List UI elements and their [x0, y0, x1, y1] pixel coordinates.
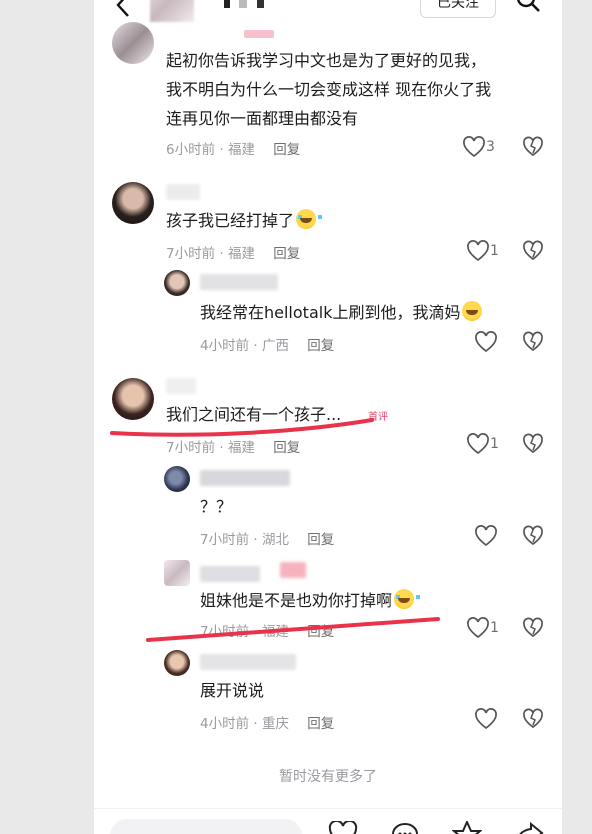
username-blurred: [200, 654, 296, 670]
avatar[interactable]: [112, 22, 154, 64]
dislike-icon[interactable]: [522, 617, 544, 639]
like-count: 1: [490, 436, 499, 452]
chat-icon[interactable]: [390, 821, 420, 834]
username-blurred: [200, 274, 278, 290]
like-count: 1: [490, 243, 499, 259]
comment-text: 展开说说: [200, 681, 265, 700]
top-bar: 已关注: [94, 0, 562, 28]
username-blurred: [166, 184, 200, 200]
crying-face-icon: [296, 209, 323, 229]
like-count: 3: [486, 139, 495, 155]
avatar[interactable]: [164, 466, 190, 492]
comment-text: ？？: [200, 497, 233, 516]
bottom-bar: [94, 808, 562, 834]
first-comment-badge: 首评: [368, 412, 388, 423]
comment-text: 孩子我已经打掉了: [166, 206, 323, 235]
crying-face-icon: [394, 589, 421, 609]
share-icon[interactable]: [514, 821, 544, 834]
author-avatar[interactable]: [150, 0, 194, 22]
heart-icon[interactable]: [474, 708, 498, 730]
no-more-comments: 暂时没有更多了: [279, 769, 377, 785]
back-icon[interactable]: [112, 0, 134, 18]
comment-meta: 7小时前 · 福建 回复: [200, 624, 335, 640]
comment-time: 7小时前: [166, 440, 216, 456]
comment-location: 福建: [227, 142, 255, 158]
comment-time: 6小时前: [166, 142, 216, 158]
avatar[interactable]: [112, 182, 154, 224]
avatar[interactable]: [112, 378, 154, 420]
comment-location: 广西: [261, 338, 289, 354]
dislike-icon[interactable]: [522, 240, 544, 262]
comment-location: 重庆: [261, 716, 289, 732]
avatar[interactable]: [164, 650, 190, 676]
comment-text: 我们之间还有一个孩子...: [166, 405, 342, 424]
heart-icon[interactable]: [466, 240, 490, 262]
dislike-icon[interactable]: [522, 136, 544, 158]
avatar[interactable]: [164, 270, 190, 296]
username-blurred: [200, 470, 290, 486]
comment-meta: 4小时前 · 重庆 回复: [200, 716, 335, 732]
reply-button[interactable]: 回复: [307, 532, 334, 548]
comment-screen: 已关注 起初你告诉我学习中文也是为了更好的见我， 我不明白为什么一切会变成这样 …: [94, 0, 562, 834]
comment-input[interactable]: [110, 819, 302, 834]
comment-time: 7小时前: [166, 246, 216, 262]
reply-button[interactable]: 回复: [307, 716, 334, 732]
reply-button[interactable]: 回复: [307, 624, 334, 640]
reply-button[interactable]: 回复: [307, 338, 334, 354]
comment-location: 福建: [227, 440, 255, 456]
username-blurred: [166, 378, 196, 394]
badge-blurred: [244, 30, 274, 38]
star-icon[interactable]: [452, 821, 482, 834]
heart-icon[interactable]: [466, 617, 490, 639]
search-icon[interactable]: [514, 0, 542, 14]
reply-button[interactable]: 回复: [273, 142, 300, 158]
comment-text-content: 姐妹他是不是也劝你打掉啊: [200, 591, 393, 610]
comment-text-line: 我不明白为什么一切会变成这样 现在你火了我: [166, 80, 492, 99]
comment-meta: 7小时前 · 湖北 回复: [200, 532, 335, 548]
follow-button[interactable]: 已关注: [420, 0, 496, 18]
heart-icon[interactable]: [328, 821, 358, 834]
comment-location: 福建: [227, 246, 255, 262]
heart-icon[interactable]: [474, 525, 498, 547]
comment-time: 4小时前: [200, 716, 250, 732]
comment-text-content: 我经常在hellotalk上刷到他，我滴妈: [200, 303, 461, 322]
shocked-face-icon: [462, 301, 483, 321]
heart-icon[interactable]: [462, 136, 486, 158]
heart-icon[interactable]: [466, 433, 490, 455]
comment-text-line: 起初你告诉我学习中文也是为了更好的见我，: [166, 51, 487, 70]
reply-button[interactable]: 回复: [273, 246, 300, 262]
dislike-icon[interactable]: [522, 708, 544, 730]
comment-meta: 4小时前 · 广西 回复: [200, 338, 335, 354]
dislike-icon[interactable]: [522, 433, 544, 455]
comment-text: 我经常在hellotalk上刷到他，我滴妈: [200, 298, 483, 327]
reply-button[interactable]: 回复: [273, 440, 300, 456]
comment-text-content: 孩子我已经打掉了: [166, 211, 295, 230]
badge-blurred: [280, 562, 306, 578]
dislike-icon[interactable]: [522, 331, 544, 353]
comment-meta: 7小时前 · 福建 回复: [166, 246, 301, 262]
comment-location: 湖北: [261, 532, 289, 548]
comment-text: 姐妹他是不是也劝你打掉啊: [200, 586, 421, 615]
comment-time: 4小时前: [200, 338, 250, 354]
comment-time: 7小时前: [200, 624, 250, 640]
comment-meta: 6小时前 · 福建 回复: [166, 142, 301, 158]
author-name-blurred: [224, 0, 274, 8]
comment-location: 福建: [261, 624, 289, 640]
comment-meta: 7小时前 · 福建 回复: [166, 440, 301, 456]
comment-time: 7小时前: [200, 532, 250, 548]
username-blurred: [200, 566, 260, 582]
heart-icon[interactable]: [474, 331, 498, 353]
like-count: 1: [490, 620, 499, 636]
dislike-icon[interactable]: [522, 525, 544, 547]
avatar[interactable]: [164, 560, 190, 586]
comment-text-line: 连再见你一面都理由都没有: [166, 109, 359, 128]
